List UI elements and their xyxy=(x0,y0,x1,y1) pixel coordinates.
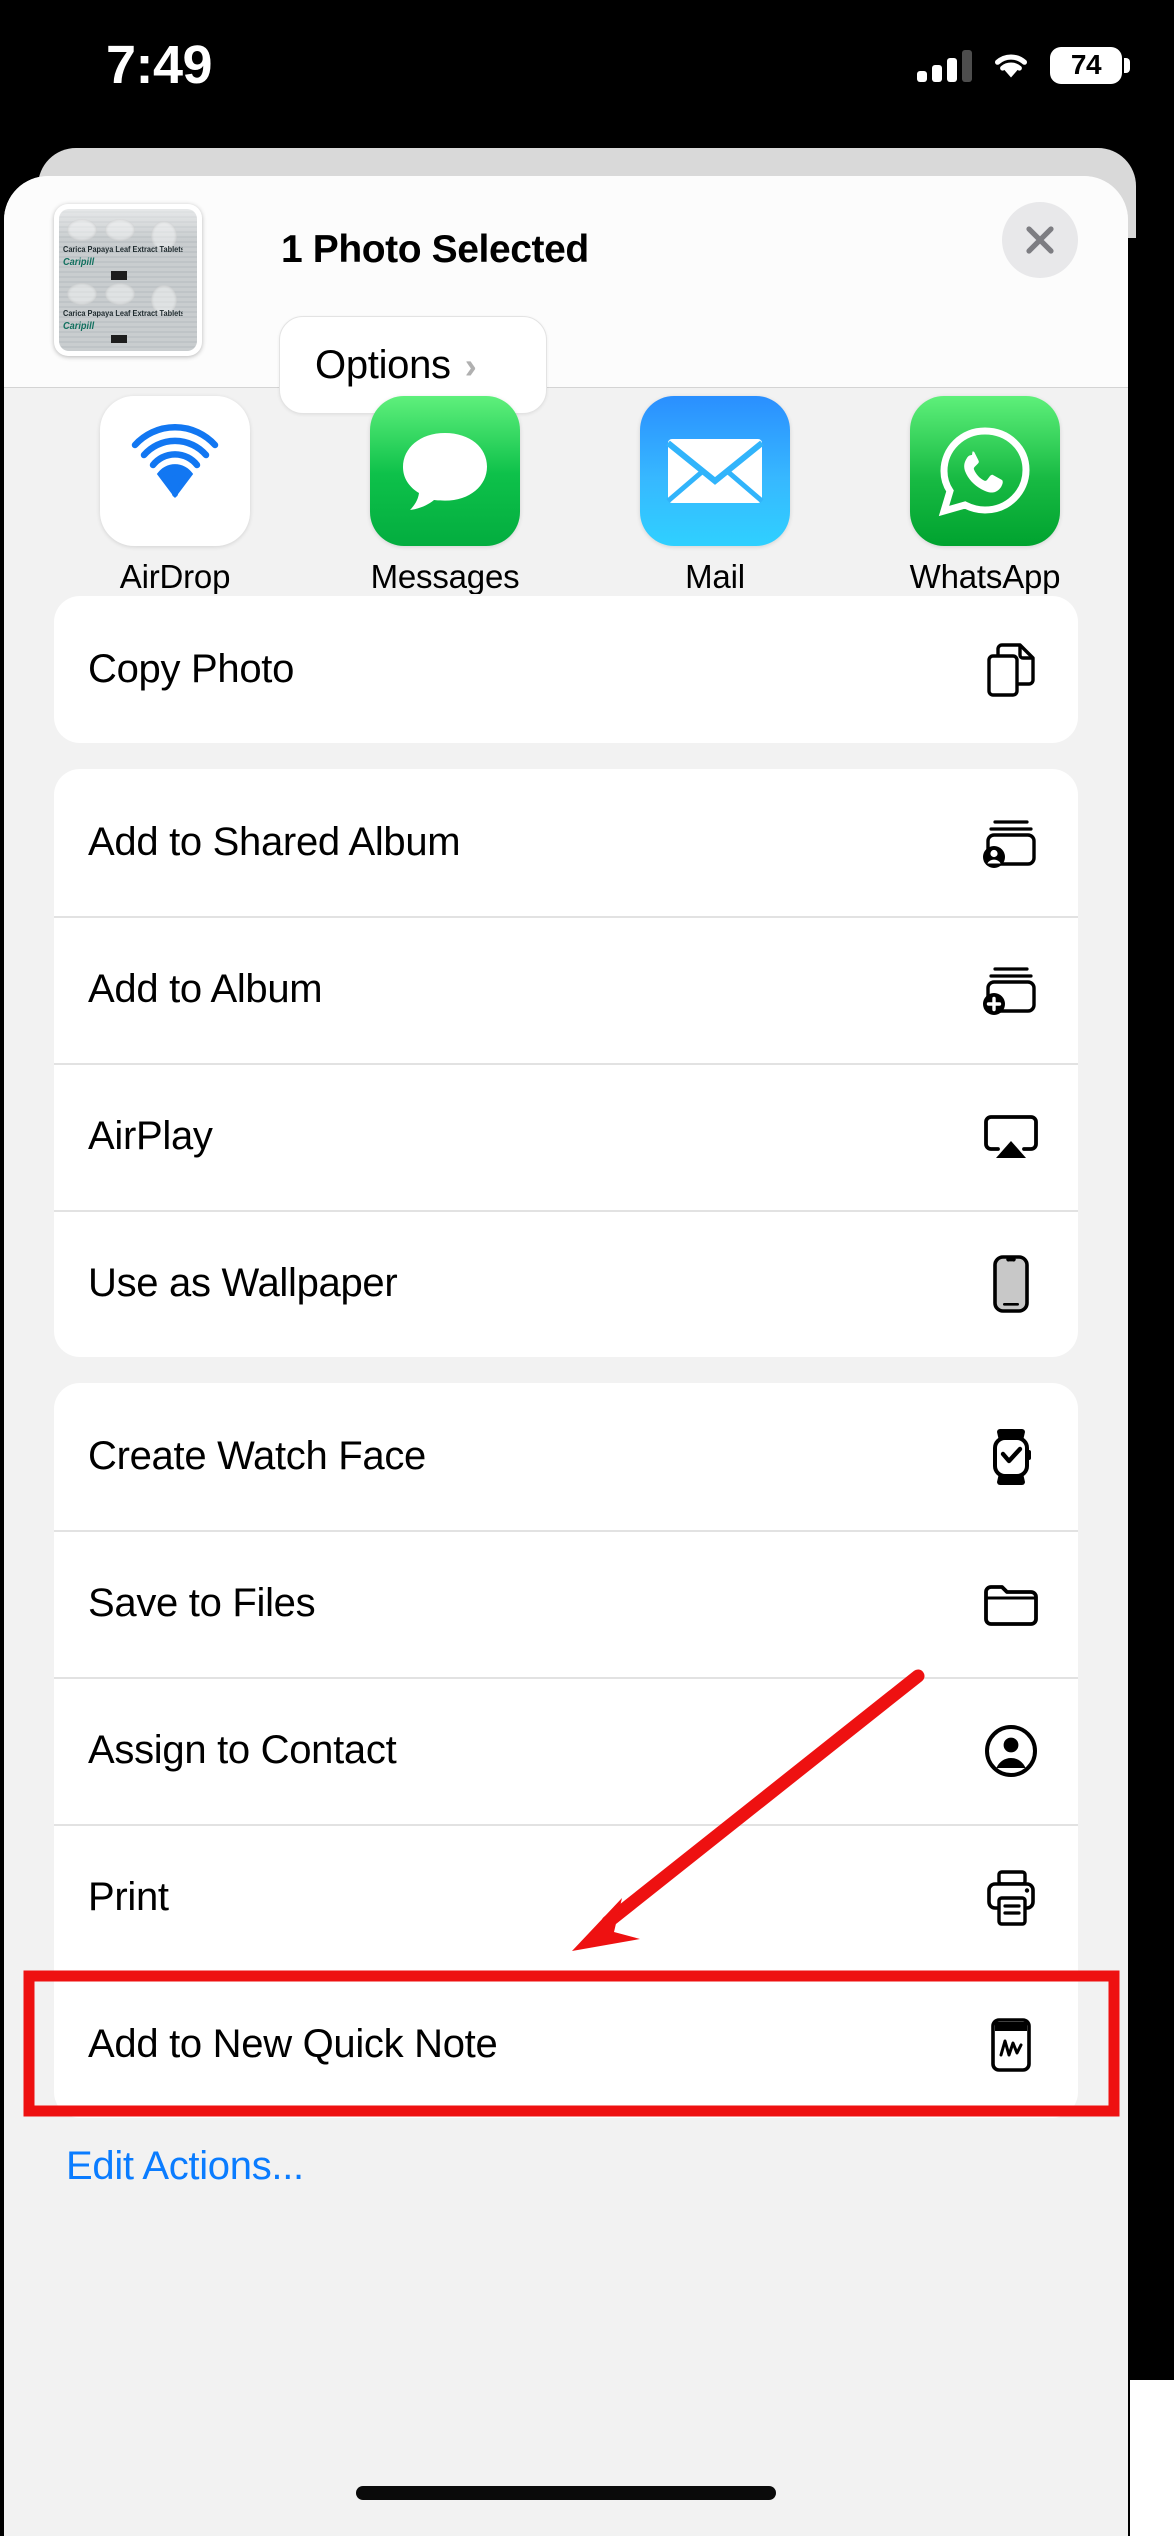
airplay-icon xyxy=(980,1106,1042,1168)
status-bar: 7:49 74 xyxy=(0,0,1174,140)
share-target-mail[interactable]: Mail xyxy=(580,396,850,594)
iphone-screen: 7:49 74 Carica Papaya Leaf Extract Table… xyxy=(0,0,1174,2536)
share-target-whatsapp[interactable]: WhatsApp xyxy=(850,396,1120,594)
share-target-label: AirDrop xyxy=(119,558,231,594)
options-button-label: Options xyxy=(315,342,451,387)
action-row-add-to-shared-album[interactable]: Add to Shared Album xyxy=(54,769,1078,916)
chevron-right-icon: › xyxy=(464,345,477,386)
status-bar-clock: 7:49 xyxy=(106,35,213,95)
action-label: Add to Shared Album xyxy=(88,820,461,864)
action-group-albums: Add to Shared Album Add to Album AirPlay… xyxy=(54,769,1078,1357)
action-row-assign-to-contact[interactable]: Assign to Contact xyxy=(54,1677,1078,1824)
share-target-label: Messages xyxy=(370,558,520,594)
action-label: Add to Album xyxy=(88,967,323,1011)
cellular-signal-icon xyxy=(917,48,972,82)
close-icon xyxy=(1026,226,1054,254)
printer-icon xyxy=(980,1867,1042,1929)
action-group-system: Create Watch Face Save to Files Assign t… xyxy=(54,1383,1078,2118)
share-target-messages[interactable]: Messages xyxy=(310,396,580,594)
close-button[interactable] xyxy=(1002,202,1078,278)
action-label: AirPlay xyxy=(88,1114,213,1158)
screen-right-edge-fill xyxy=(1130,2380,1174,2536)
thumbnail-image: Carica Papaya Leaf Extract Tablets Carip… xyxy=(59,209,197,351)
wallpaper-icon xyxy=(980,1253,1042,1315)
action-list: Copy Photo Add to Shared Album Add to Al… xyxy=(4,596,1128,2189)
action-row-save-to-files[interactable]: Save to Files xyxy=(54,1530,1078,1677)
airdrop-icon xyxy=(100,396,250,546)
wifi-icon xyxy=(995,54,1027,78)
thumbnail-product-text: Carica Papaya Leaf Extract Tablets xyxy=(63,245,183,254)
action-label: Print xyxy=(88,1875,169,1919)
share-targets-row[interactable]: AirDrop Messages Mail WhatsApp xyxy=(4,388,1128,594)
action-row-add-to-new-quick-note[interactable]: Add to New Quick Note xyxy=(54,1971,1078,2118)
page-title: 1 Photo Selected xyxy=(281,228,589,271)
action-label: Use as Wallpaper xyxy=(88,1261,398,1305)
action-row-copy-photo[interactable]: Copy Photo xyxy=(54,596,1078,743)
action-row-use-as-wallpaper[interactable]: Use as Wallpaper xyxy=(54,1210,1078,1357)
share-target-label: Mail xyxy=(685,558,745,594)
action-label: Create Watch Face xyxy=(88,1434,426,1478)
share-target-airdrop[interactable]: AirDrop xyxy=(40,396,310,594)
action-row-print[interactable]: Print xyxy=(54,1824,1078,1971)
home-indicator[interactable] xyxy=(356,2486,776,2500)
folder-icon xyxy=(980,1573,1042,1635)
add-album-icon xyxy=(980,959,1042,1021)
battery-icon: 74 xyxy=(1050,46,1130,84)
share-sheet-header: Carica Papaya Leaf Extract Tablets Carip… xyxy=(4,176,1128,414)
thumbnail-brand-text: Caripill xyxy=(63,257,95,268)
battery-level: 74 xyxy=(1070,49,1102,80)
share-target-label: Goo xyxy=(1120,558,1128,594)
copy-icon xyxy=(980,639,1042,701)
quick-note-icon xyxy=(980,2014,1042,2076)
share-target-label: WhatsApp xyxy=(909,558,1061,594)
action-row-add-to-album[interactable]: Add to Album xyxy=(54,916,1078,1063)
whatsapp-icon xyxy=(910,396,1060,546)
share-sheet: Carica Papaya Leaf Extract Tablets Carip… xyxy=(4,176,1128,2536)
action-label: Add to New Quick Note xyxy=(88,2022,498,2066)
action-label: Save to Files xyxy=(88,1581,316,1625)
action-label: Assign to Contact xyxy=(88,1728,397,1772)
action-row-create-watch-face[interactable]: Create Watch Face xyxy=(54,1383,1078,1530)
selected-photo-thumbnail[interactable]: Carica Papaya Leaf Extract Tablets Carip… xyxy=(54,204,202,356)
edit-actions-link[interactable]: Edit Actions... xyxy=(66,2144,1128,2189)
messages-icon xyxy=(370,396,520,546)
share-target-google[interactable]: Goo xyxy=(1120,396,1128,594)
shared-album-icon xyxy=(980,812,1042,874)
action-label: Copy Photo xyxy=(88,647,295,691)
action-group-copy: Copy Photo xyxy=(54,596,1078,743)
contact-icon xyxy=(980,1720,1042,1782)
mail-icon xyxy=(640,396,790,546)
status-bar-indicators: 74 xyxy=(917,42,1130,88)
watch-face-icon xyxy=(980,1426,1042,1488)
action-row-airplay[interactable]: AirPlay xyxy=(54,1063,1078,1210)
